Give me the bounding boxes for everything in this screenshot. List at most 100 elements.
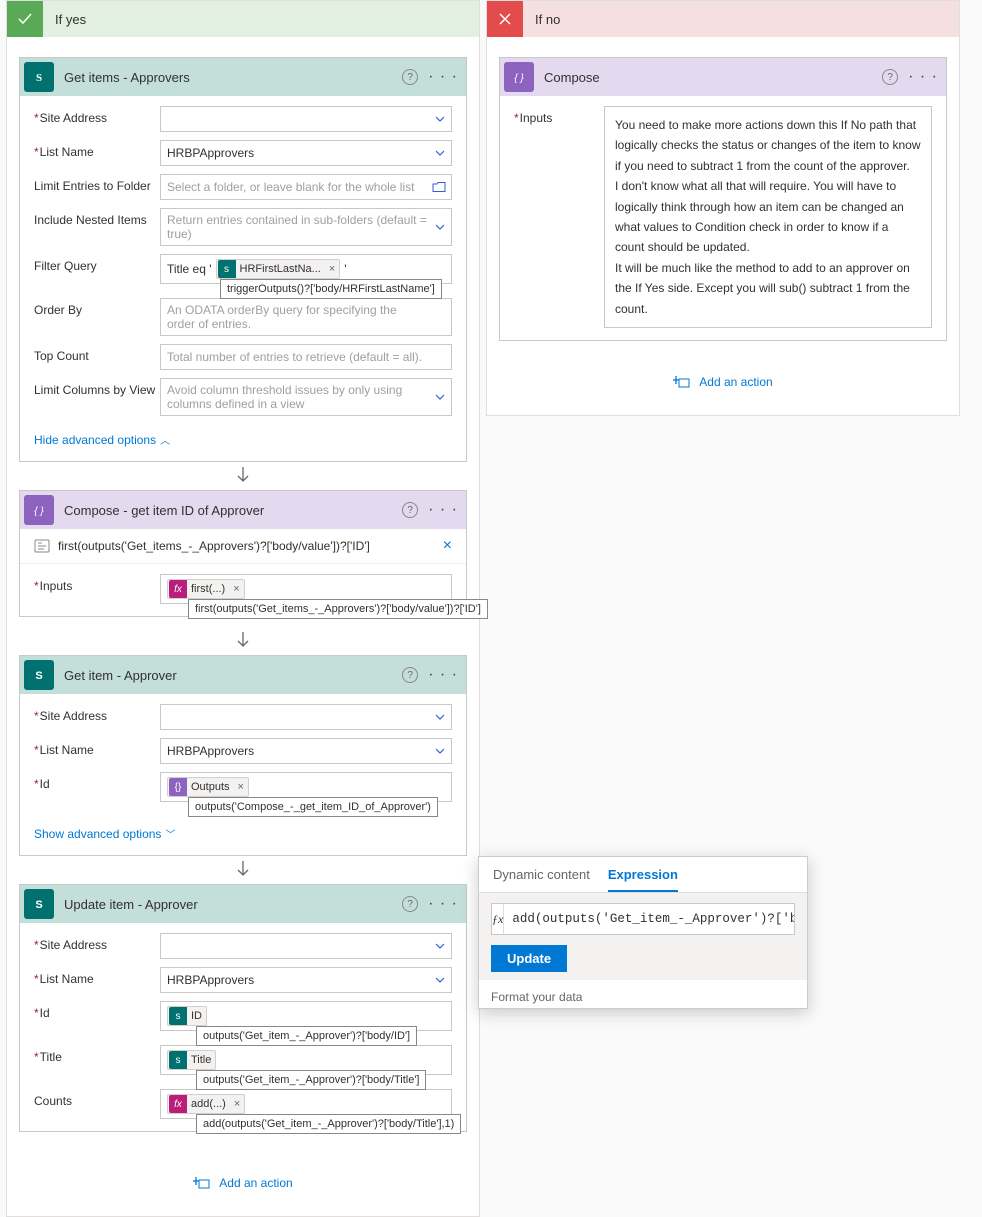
sharepoint-icon: s [218,260,236,278]
if-yes-title: If yes [43,12,86,27]
dynamic-token[interactable]: s ID [167,1006,207,1026]
inputs-label: Inputs [514,106,604,125]
token-tooltip: first(outputs('Get_items_-_Approvers')?[… [188,599,488,619]
site-address-label: Site Address [34,933,160,952]
data-operation-icon: {} [169,778,187,796]
add-action-button[interactable]: Add an action [673,361,772,403]
compose-no-card: { } Compose ? · · · Inputs You need to m… [499,57,947,341]
flow-arrow-icon [235,466,251,486]
p2: I don't know what all that will require.… [615,176,921,258]
add-action-icon [193,1176,211,1190]
if-yes-branch: If yes S Get items - Approvers ? · · · [6,0,480,1217]
site-address-input[interactable] [160,704,452,730]
show-advanced-link[interactable]: Show advanced options ﹀ [34,826,175,841]
token-label: Title [187,1054,215,1066]
limit-folder-input[interactable]: Select a folder, or leave blank for the … [160,174,452,200]
list-name-label: List Name [34,140,160,159]
p1: You need to make more actions down this … [615,115,921,176]
token-remove-icon[interactable]: × [229,583,243,595]
filter-prefix-text: Title eq ' [167,262,212,276]
expression-token[interactable]: fx first(...) × [167,579,245,599]
fx-icon: fx [169,1095,187,1113]
site-address-input[interactable] [160,106,452,132]
list-name-input[interactable]: HRBPApprovers [160,967,452,993]
compose-id-card: { } Compose - get item ID of Approver ? … [19,490,467,617]
flow-arrow-icon [235,631,251,651]
peek-code-row: first(outputs('Get_items_-_Approvers')?[… [20,529,466,564]
sharepoint-icon: s [169,1007,187,1025]
card-menu-icon[interactable]: · · · [428,666,458,684]
expression-input[interactable]: ƒx add(outputs('Get_item_-_Approver')?['… [491,903,795,935]
token-tooltip: triggerOutputs()?['body/HRFirstLastName'… [220,279,442,299]
token-tooltip: outputs('Get_item_-_Approver')?['body/Ti… [196,1070,426,1090]
chevron-down-icon: ﹀ [165,826,175,841]
help-icon[interactable]: ? [402,69,418,85]
nested-input[interactable]: Return entries contained in sub-folders … [160,208,452,246]
expression-token[interactable]: fx add(...) × [167,1094,245,1114]
compose-id-header[interactable]: { } Compose - get item ID of Approver ? … [20,491,466,529]
token-remove-icon[interactable]: × [325,263,339,275]
fx-icon: ƒx [492,904,504,934]
chevron-up-icon: ︿ [160,432,170,447]
dynamic-token[interactable]: s Title [167,1050,216,1070]
card-menu-icon[interactable]: · · · [428,501,458,519]
token-label: HRFirstLastNa... [236,263,325,275]
expression-text: add(outputs('Get_item_-_Approver')?['bod… [504,912,795,926]
card-title: Get items - Approvers [54,70,402,85]
if-no-branch: If no { } Compose ? · · · Inputs [486,0,960,416]
dynamic-token[interactable]: {} Outputs × [167,777,249,797]
data-operation-icon: { } [504,62,534,92]
card-menu-icon[interactable]: · · · [428,68,458,86]
limitcols-input[interactable]: Avoid column threshold issues by only us… [160,378,452,416]
get-items-header[interactable]: S Get items - Approvers ? · · · [20,58,466,96]
limitcols-label: Limit Columns by View [34,378,160,397]
id-label: Id [34,1001,160,1020]
card-title: Compose - get item ID of Approver [54,503,402,518]
get-item-header[interactable]: S Get item - Approver ? · · · [20,656,466,694]
update-item-card: S Update item - Approver ? · · · Site Ad… [19,884,467,1132]
token-remove-icon[interactable]: × [230,1098,244,1110]
token-remove-icon[interactable]: × [234,781,248,793]
svg-text:S: S [36,72,42,84]
orderby-label: Order By [34,298,160,317]
help-icon[interactable]: ? [402,896,418,912]
tab-dynamic-millions[interactable]: Dynamic content [493,867,590,892]
p3: It will be much like the method to add t… [615,258,921,319]
help-icon[interactable]: ? [402,667,418,683]
card-title: Update item - Approver [54,897,402,912]
card-menu-icon[interactable]: · · · [428,895,458,913]
close-icon[interactable]: × [443,537,452,555]
update-button[interactable]: Update [491,945,567,972]
update-item-header[interactable]: S Update item - Approver ? · · · [20,885,466,923]
if-no-title: If no [523,12,560,27]
tab-expression[interactable]: Expression [608,867,678,892]
token-tooltip: outputs('Compose_-_get_item_ID_of_Approv… [188,797,438,817]
token-label: Outputs [187,781,234,793]
orderby-input[interactable]: An ODATA orderBy query for specifying th… [160,298,452,336]
svg-text:S: S [35,670,42,682]
list-name-input[interactable]: HRBPApprovers [160,738,452,764]
site-address-label: Site Address [34,704,160,723]
hide-advanced-link[interactable]: Hide advanced options ︿ [34,432,170,447]
get-item-card: S Get item - Approver ? · · · Site Addre… [19,655,467,856]
flow-arrow-icon [235,860,251,880]
add-action-button[interactable]: Add an action [193,1162,292,1204]
limit-folder-label: Limit Entries to Folder [34,174,160,193]
list-name-label: List Name [34,967,160,986]
svg-text:{ }: { } [34,506,44,517]
id-label: Id [34,772,160,791]
filter-label: Filter Query [34,254,160,273]
compose-no-header[interactable]: { } Compose ? · · · [500,58,946,96]
list-name-input[interactable]: HRBPApprovers [160,140,452,166]
help-icon[interactable]: ? [402,502,418,518]
nested-label: Include Nested Items [34,208,160,227]
topcount-input[interactable]: Total number of entries to retrieve (def… [160,344,452,370]
compose-text-input[interactable]: You need to make more actions down this … [604,106,932,328]
card-menu-icon[interactable]: · · · [908,68,938,86]
check-icon [7,1,43,37]
site-address-input[interactable] [160,933,452,959]
dynamic-token[interactable]: s HRFirstLastNa... × [216,259,341,279]
help-icon[interactable]: ? [882,69,898,85]
get-items-card: S Get items - Approvers ? · · · Site Add… [19,57,467,462]
counts-label: Counts [34,1089,160,1108]
